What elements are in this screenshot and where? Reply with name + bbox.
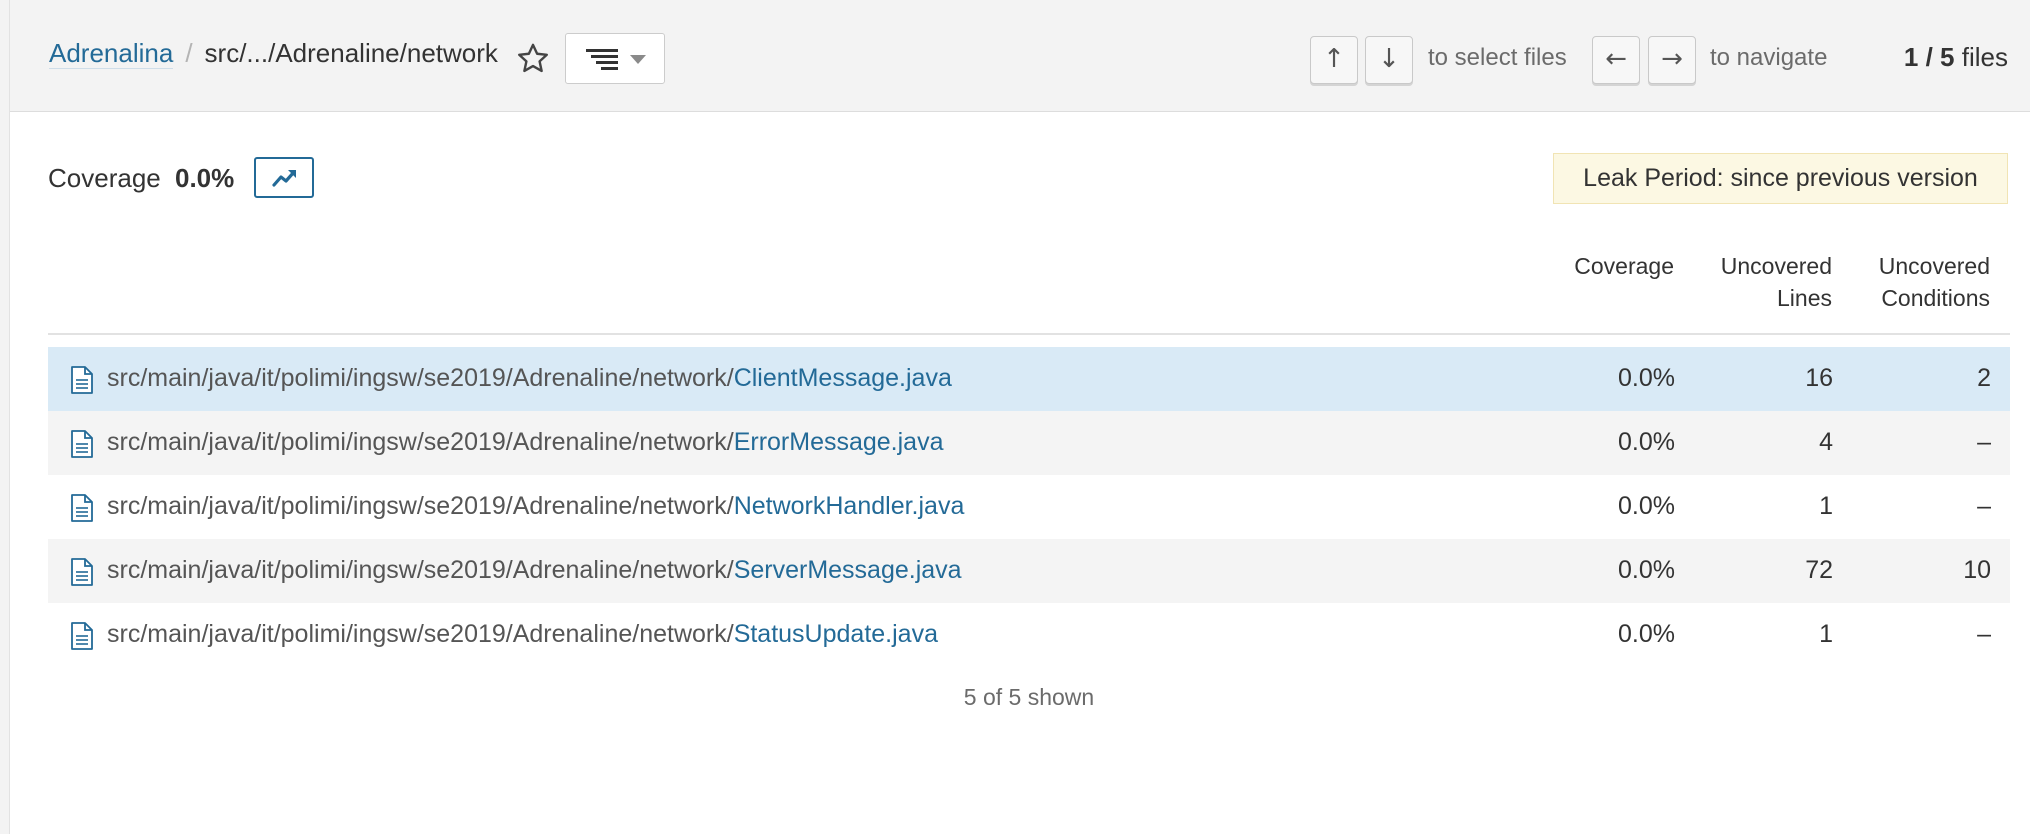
cell-uncovered-conditions[interactable]: 2 <box>1891 364 1991 393</box>
files-counter-suffix: files <box>1961 42 2008 72</box>
file-name: ServerMessage.java <box>733 556 962 584</box>
table-row[interactable]: src/main/java/it/polimi/ingsw/se2019/Adr… <box>48 475 2010 539</box>
key-right-button[interactable]: → <box>1648 36 1696 84</box>
file-path-link[interactable]: src/main/java/it/polimi/ingsw/se2019/Adr… <box>107 556 962 585</box>
left-border <box>0 0 10 834</box>
cell-coverage: 0.0% <box>1618 364 1675 392</box>
file-path-link[interactable]: src/main/java/it/polimi/ingsw/se2019/Adr… <box>107 492 964 521</box>
file-icon <box>71 430 93 458</box>
column-header-uncovered-conditions[interactable]: Uncovered Conditions <box>1830 250 1990 314</box>
file-icon <box>71 494 93 522</box>
cell-uncovered-conditions: – <box>1977 428 1991 456</box>
table-row[interactable]: src/main/java/it/polimi/ingsw/se2019/Adr… <box>48 347 2010 411</box>
view-options-dropdown[interactable] <box>565 33 665 84</box>
select-files-hint: to select files <box>1428 44 1567 71</box>
column-header-uncovered-lines[interactable]: Uncovered Lines <box>1672 250 1832 314</box>
breadcrumb-separator: / <box>185 38 193 68</box>
cell-uncovered-conditions: – <box>1977 620 1991 648</box>
file-icon <box>71 558 93 586</box>
page-header: Adrenalina / src/.../Adrenaline/network … <box>10 0 2030 112</box>
file-icon <box>71 366 93 394</box>
column-header-uncovered-conditions-line2: Conditions <box>1881 285 1990 311</box>
results-count: 5 of 5 shown <box>963 684 1095 710</box>
breadcrumb-project-link[interactable]: Adrenalina <box>49 38 174 69</box>
file-dir-prefix: src/main/java/it/polimi/ingsw/se2019/Adr… <box>107 364 734 392</box>
cell-coverage: 0.0% <box>1618 492 1675 520</box>
measure-value: 0.0% <box>175 163 235 193</box>
cell-coverage: 0.0% <box>1618 556 1675 584</box>
files-counter: 1 / 5 files <box>1904 42 2008 73</box>
key-down-button[interactable]: ↓ <box>1365 36 1413 84</box>
navigate-hint: to navigate <box>1710 44 1828 71</box>
column-header-uncovered-conditions-line1: Uncovered <box>1878 253 1990 279</box>
cell-uncovered-lines[interactable]: 1 <box>1733 492 1833 521</box>
file-path-link[interactable]: src/main/java/it/polimi/ingsw/se2019/Adr… <box>107 364 952 393</box>
favorite-star-icon[interactable] <box>515 41 551 77</box>
files-counter-value: 1 / 5 <box>1903 42 1955 72</box>
chart-trend-icon <box>272 170 296 187</box>
file-name: NetworkHandler.java <box>733 492 965 520</box>
cell-uncovered-lines[interactable]: 72 <box>1733 556 1833 585</box>
measure-label: Coverage <box>48 163 161 193</box>
list-tree-icon <box>586 49 618 70</box>
key-left-button[interactable]: ← <box>1592 36 1640 84</box>
leak-period-badge: Leak Period: since previous version <box>1553 153 2008 204</box>
cell-coverage: 0.0% <box>1618 620 1675 648</box>
history-trend-button[interactable] <box>254 157 314 198</box>
cell-uncovered-lines[interactable]: 1 <box>1733 620 1833 649</box>
cell-uncovered-conditions[interactable]: 10 <box>1891 556 1991 585</box>
file-path-link[interactable]: src/main/java/it/polimi/ingsw/se2019/Adr… <box>107 620 938 649</box>
table-row[interactable]: src/main/java/it/polimi/ingsw/se2019/Adr… <box>48 411 2010 475</box>
table-row[interactable]: src/main/java/it/polimi/ingsw/se2019/Adr… <box>48 539 2010 603</box>
file-icon <box>71 622 93 650</box>
cell-coverage: 0.0% <box>1618 428 1675 456</box>
file-dir-prefix: src/main/java/it/polimi/ingsw/se2019/Adr… <box>107 620 734 648</box>
column-header-coverage[interactable]: Coverage <box>1494 250 1674 282</box>
file-name: StatusUpdate.java <box>733 620 938 648</box>
file-path-link[interactable]: src/main/java/it/polimi/ingsw/se2019/Adr… <box>107 428 944 457</box>
table-row[interactable]: src/main/java/it/polimi/ingsw/se2019/Adr… <box>48 603 2010 667</box>
column-header-coverage-line1: Coverage <box>1574 253 1674 279</box>
file-name: ClientMessage.java <box>733 364 952 392</box>
file-dir-prefix: src/main/java/it/polimi/ingsw/se2019/Adr… <box>107 428 734 456</box>
file-dir-prefix: src/main/java/it/polimi/ingsw/se2019/Adr… <box>107 556 734 584</box>
cell-uncovered-conditions: – <box>1977 492 1991 520</box>
breadcrumb: Adrenalina / src/.../Adrenaline/network <box>49 38 498 69</box>
file-name: ErrorMessage.java <box>733 428 944 456</box>
column-header-uncovered-lines-line2: Lines <box>1777 285 1832 311</box>
breadcrumb-current-path: src/.../Adrenaline/network <box>204 38 498 68</box>
table-header-divider <box>48 333 2010 335</box>
cell-uncovered-lines[interactable]: 16 <box>1733 364 1833 393</box>
chevron-down-icon <box>630 55 646 64</box>
key-up-button[interactable]: ↑ <box>1310 36 1358 84</box>
file-dir-prefix: src/main/java/it/polimi/ingsw/se2019/Adr… <box>107 492 734 520</box>
column-header-uncovered-lines-line1: Uncovered <box>1720 253 1832 279</box>
cell-uncovered-lines[interactable]: 4 <box>1733 428 1833 457</box>
